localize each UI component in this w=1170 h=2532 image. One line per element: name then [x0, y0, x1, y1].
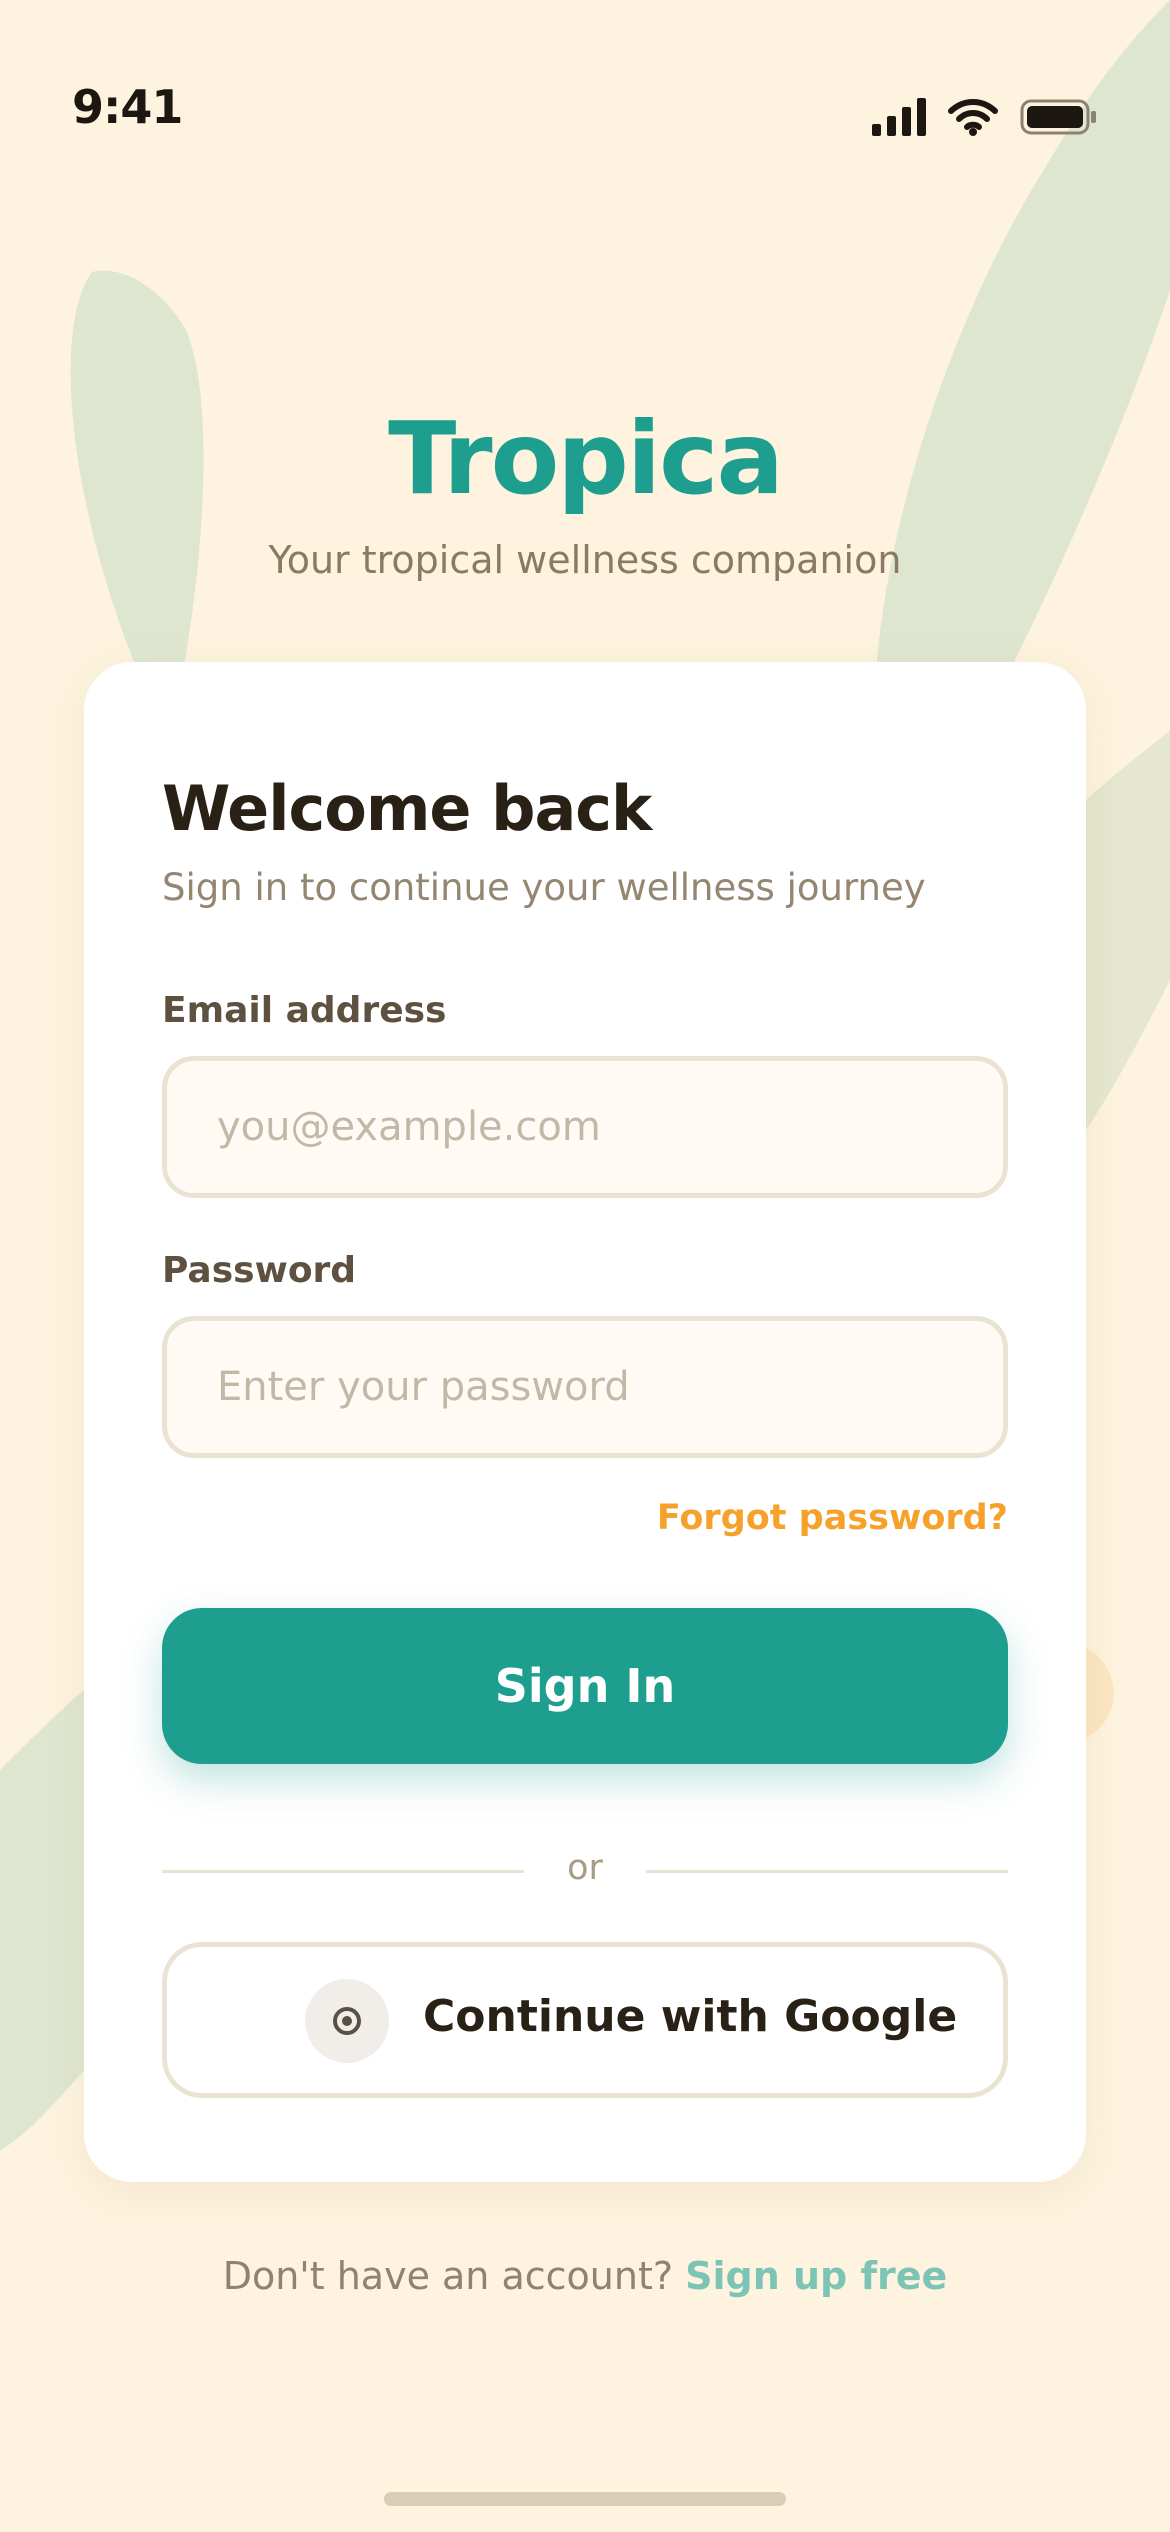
card-title: Welcome back	[162, 772, 652, 845]
forgot-password-link[interactable]: Forgot password?	[657, 1498, 1008, 1538]
status-time: 9:41	[72, 80, 183, 134]
or-divider: or	[162, 1846, 1008, 1896]
login-card: Welcome back Sign in to continue your we…	[84, 662, 1086, 2182]
wifi-icon	[948, 99, 998, 136]
continue-with-google-button[interactable]: Continue with Google	[162, 1942, 1008, 2098]
password-label: Password	[162, 1250, 357, 1291]
signup-prompt-text: Don't have an account?	[222, 2254, 674, 2298]
email-field[interactable]	[162, 1056, 1008, 1198]
password-field[interactable]	[162, 1316, 1008, 1458]
battery-icon	[1020, 99, 1096, 135]
left-lower-leaf-shape	[0, 1690, 84, 2150]
app-tagline: Your tropical wellness companion	[268, 538, 902, 582]
sign-in-button[interactable]: Sign In	[162, 1608, 1008, 1764]
home-indicator[interactable]	[384, 2492, 786, 2506]
google-icon	[305, 1979, 389, 2063]
signup-prompt: Don't have an account? Sign up free	[0, 2254, 1170, 2298]
sign-up-link[interactable]: Sign up free	[685, 2254, 947, 2298]
sun-blob-shape	[1086, 1648, 1114, 1738]
google-button-label: Continue with Google	[423, 1991, 958, 2042]
status-icons	[872, 98, 1098, 136]
login-screen: 9:41 Tropica Your tropical wellness comp…	[0, 0, 1170, 2532]
card-subtitle: Sign in to continue your wellness journe…	[162, 866, 926, 909]
right-leaf-lower-shape	[1086, 730, 1170, 1130]
divider-text: or	[567, 1848, 603, 1888]
cellular-signal-icon	[872, 98, 926, 136]
app-logo-title: Tropica	[388, 400, 784, 517]
email-label: Email address	[162, 990, 447, 1031]
status-bar: 9:41	[0, 0, 1170, 160]
